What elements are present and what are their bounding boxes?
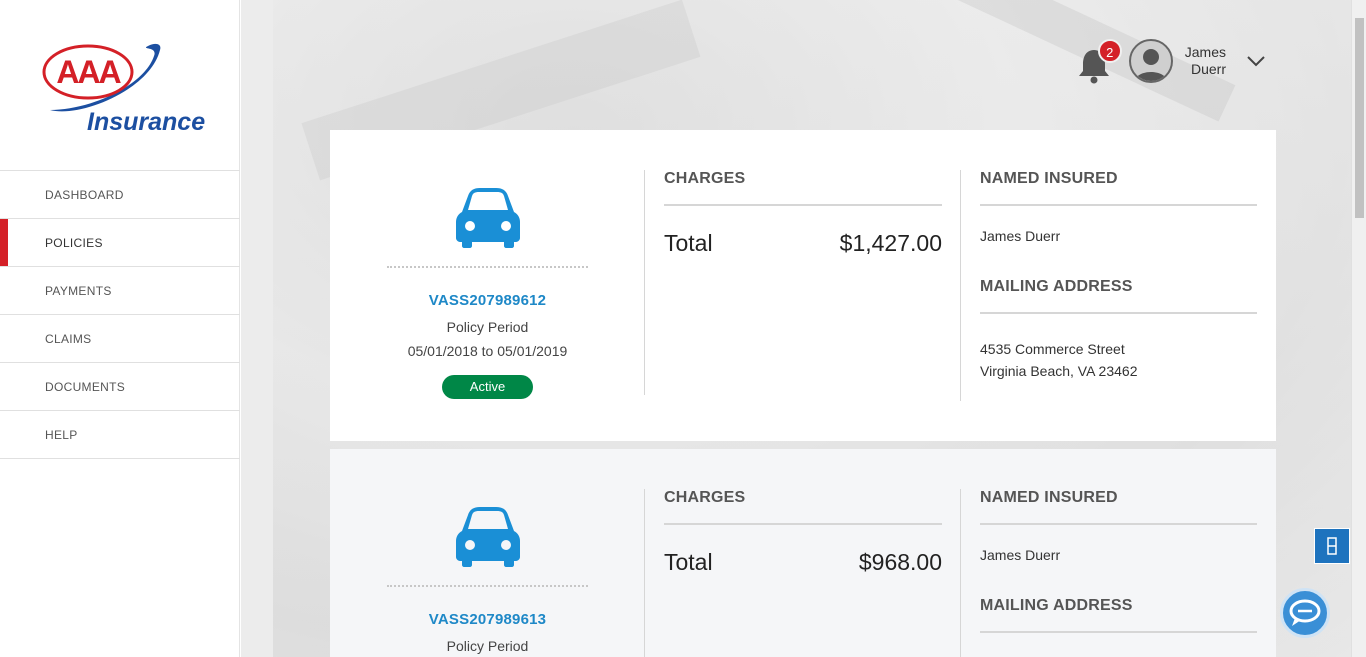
chat-icon [1289,599,1321,626]
nav-item-documents[interactable]: DOCUMENTS [0,363,240,411]
car-icon [455,188,520,248]
policy-card: VASS207989613 Policy Period CHARGES Tota… [330,449,1276,657]
mailing-address-title: MAILING ADDRESS [980,278,1257,314]
dotted-divider [387,585,588,587]
policy-number-link[interactable]: VASS207989612 [387,292,588,309]
aaa-insurance-logo[interactable]: AAA Insurance [40,40,205,136]
status-badge: Active [442,375,533,399]
policy-period-dates: 05/01/2018 to 05/01/2019 [407,343,568,359]
address-line-2: Virginia Beach, VA 23462 [980,363,1138,379]
address-line-1: 4535 Commerce Street [980,341,1125,357]
user-name[interactable]: James Duerr [1185,44,1226,78]
chevron-down-icon[interactable] [1246,51,1266,71]
total-value: $968.00 [858,549,942,575]
logo-word: Insurance [87,108,206,136]
feedback-icon [1327,537,1337,555]
named-insured-title: NAMED INSURED [980,489,1257,525]
avatar-icon [1134,49,1167,81]
column-divider [960,170,961,401]
user-last-name: Duerr [1190,61,1226,77]
charges-title: CHARGES [664,170,942,206]
svg-text:AAA: AAA [56,54,121,90]
insured-section: NAMED INSURED James Duerr MAILING ADDRES… [980,170,1257,382]
car-icon [455,507,520,567]
notification-count-badge: 2 [1097,39,1122,63]
total-value: $1,427.00 [839,230,942,256]
policy-period-label: Policy Period [446,319,529,335]
nav-item-help[interactable]: HELP [0,411,240,459]
named-insured-value: James Duerr [980,547,1061,563]
user-header: 2 James Duerr [1077,36,1266,86]
total-label: Total [664,549,713,575]
notifications-button[interactable]: 2 [1077,36,1122,86]
mailing-address: 4535 Commerce Street Virginia Beach, VA … [980,338,1257,382]
dotted-divider [387,266,588,268]
charges-section: CHARGES Total $1,427.00 [664,170,942,257]
chat-button[interactable] [1280,588,1330,638]
policy-number-link[interactable]: VASS207989613 [387,611,588,628]
insured-section: NAMED INSURED James Duerr MAILING ADDRES… [980,489,1257,633]
feedback-button[interactable] [1314,528,1350,564]
column-divider [644,170,645,395]
background-strip [241,0,273,657]
nav-item-payments[interactable]: PAYMENTS [0,267,240,315]
user-first-name: James [1184,44,1226,60]
policy-card: VASS207989612 Policy Period 05/01/2018 t… [330,130,1276,441]
nav-item-policies[interactable]: POLICIES [0,219,240,267]
policy-period-label: Policy Period [446,638,529,654]
column-divider [644,489,645,657]
charges-title: CHARGES [664,489,942,525]
policy-summary: VASS207989613 Policy Period [387,449,588,654]
column-divider [960,489,961,657]
total-row: Total $968.00 [664,549,942,576]
main-nav: DASHBOARD POLICIES PAYMENTS CLAIMS DOCUM… [0,170,240,459]
total-row: Total $1,427.00 [664,230,942,257]
named-insured-title: NAMED INSURED [980,170,1257,206]
total-label: Total [664,230,713,256]
policy-summary: VASS207989612 Policy Period 05/01/2018 t… [387,130,588,399]
sidebar: AAA Insurance DASHBOARD POLICIES PAYMENT… [0,0,240,657]
nav-item-dashboard[interactable]: DASHBOARD [0,171,240,219]
nav-item-claims[interactable]: CLAIMS [0,315,240,363]
page-scrollbar[interactable] [1351,0,1366,657]
mailing-address-title: MAILING ADDRESS [980,597,1257,633]
named-insured-value: James Duerr [980,228,1061,244]
charges-section: CHARGES Total $968.00 [664,489,942,576]
scrollbar-thumb[interactable] [1355,18,1364,218]
avatar[interactable] [1128,39,1173,83]
